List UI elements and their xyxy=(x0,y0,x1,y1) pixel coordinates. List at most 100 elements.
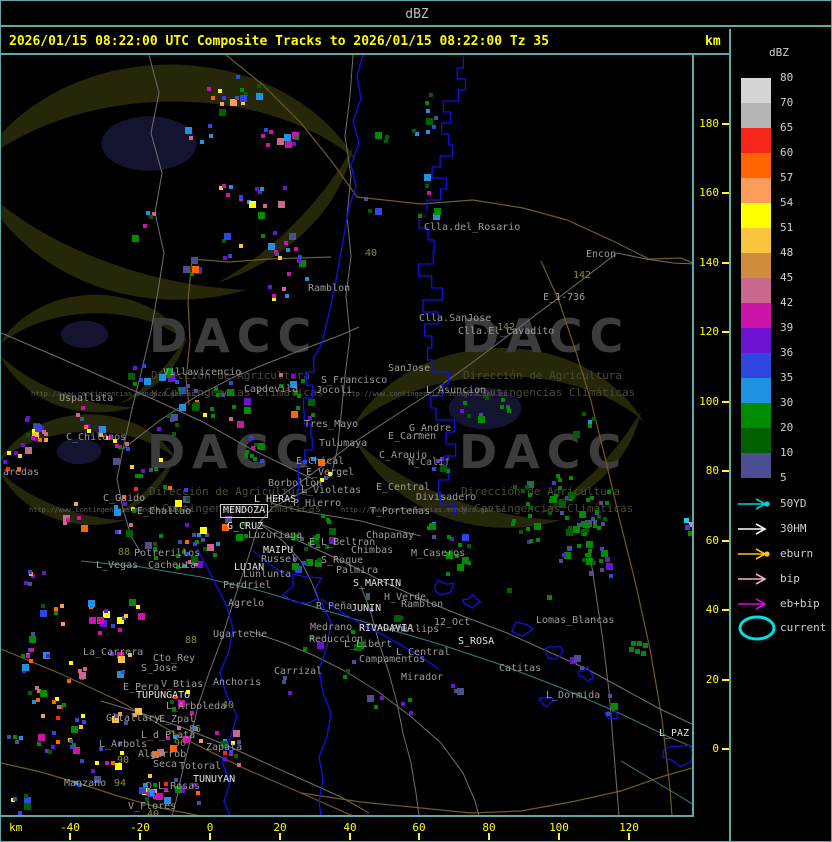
axis-tick-mark xyxy=(139,833,141,840)
radar-echo-cell xyxy=(42,571,46,575)
route-number-label: 88 xyxy=(118,548,130,558)
radar-echo-cell xyxy=(261,234,265,238)
legend-item-label: bip xyxy=(780,573,800,585)
radar-echo-cell xyxy=(216,542,220,546)
radar-echo-cell xyxy=(554,494,558,498)
radar-echo-cell xyxy=(229,417,233,421)
radar-echo-cell xyxy=(80,759,84,763)
dbz-scale-value: 42 xyxy=(780,297,793,309)
map-place-label: Ramblon xyxy=(308,284,350,294)
radar-echo-cell xyxy=(207,544,214,551)
radar-echo-cell xyxy=(232,405,236,409)
radar-echo-cell xyxy=(218,89,222,93)
radar-echo-cell xyxy=(31,436,35,440)
radar-echo-cell xyxy=(478,416,485,423)
radar-echo-cell xyxy=(528,493,532,497)
radar-echo-cell xyxy=(629,647,634,652)
radar-echo-cell xyxy=(291,374,295,378)
map-place-label: Villavicencio xyxy=(163,368,241,378)
radar-echo-cell xyxy=(501,398,505,402)
route-number-label: 40 xyxy=(147,810,159,817)
radar-echo-cell xyxy=(426,118,433,125)
radar-echo-cell xyxy=(631,641,636,646)
boundary-line xyxy=(541,261,672,816)
radar-echo-cell xyxy=(375,208,382,215)
dbz-color-swatch xyxy=(741,78,771,103)
map-place-label: Clla.del_Rosario xyxy=(424,223,520,233)
radar-echo-cell xyxy=(227,389,234,396)
route-number-label: 96 xyxy=(174,739,186,749)
radar-echo-cell xyxy=(237,421,244,428)
radar-echo-cell xyxy=(446,572,450,576)
radar-echo-cell xyxy=(582,412,586,416)
axis-tick-label: 40 xyxy=(693,604,719,616)
axis-tick-label: 20 xyxy=(260,822,300,834)
radar-echo-cell xyxy=(426,130,430,134)
radar-echo-cell xyxy=(222,184,226,188)
radar-echo-cell xyxy=(329,528,336,535)
dbz-scale-value: 5 xyxy=(780,472,787,484)
radar-echo-cell xyxy=(89,617,96,624)
radar-echo-cell xyxy=(401,702,405,706)
map-place-label: SanJose xyxy=(388,364,430,374)
map-place-label: T_Porteñas xyxy=(370,507,430,517)
radar-echo-cell xyxy=(25,447,32,454)
radar-echo-cell xyxy=(66,518,70,522)
radar-echo-cell xyxy=(285,141,292,148)
radar-echo-cell xyxy=(83,667,87,671)
radar-echo-cell xyxy=(607,490,611,494)
radar-echo-cell xyxy=(237,763,241,767)
radar-echo-cell xyxy=(186,384,190,388)
radar-echo-cell xyxy=(172,432,176,436)
map-place-label: Ramblon xyxy=(401,600,443,610)
radar-echo-cell xyxy=(235,96,239,100)
radar-echo-cell xyxy=(220,102,224,106)
radar-map-canvas[interactable]: DACCDirección de Agriculturay Contingenc… xyxy=(1,55,694,817)
radar-echo-cell xyxy=(277,138,284,145)
map-place-label: L_Arboleda xyxy=(166,702,226,712)
radar-echo-cell xyxy=(581,529,585,533)
radar-echo-cell xyxy=(429,523,436,530)
dbz-color-swatch xyxy=(741,203,771,228)
axis-tick-label: 160 xyxy=(693,187,719,199)
radar-echo-cell xyxy=(42,430,46,434)
radar-echo-cell xyxy=(51,745,55,749)
lake-outline xyxy=(512,622,533,636)
legend-item-label: eb+bip xyxy=(780,598,820,610)
radar-echo-cell xyxy=(261,134,265,138)
radar-echo-cell xyxy=(283,186,287,190)
map-place-label: E_Vergel xyxy=(306,468,354,478)
axis-tick-mark xyxy=(722,123,729,125)
axis-tick-label: 0 xyxy=(693,743,719,755)
radar-echo-cell xyxy=(73,747,80,754)
radar-echo-cell xyxy=(287,272,291,276)
radar-echo-cell xyxy=(60,604,64,608)
radar-echo-cell xyxy=(183,266,190,273)
radar-echo-cell xyxy=(35,686,39,690)
radar-echo-cell xyxy=(22,664,29,671)
radar-echo-cell xyxy=(308,399,315,406)
radar-echo-cell xyxy=(128,373,135,380)
radar-echo-cell xyxy=(185,540,189,544)
radar-echo-cell xyxy=(593,524,597,528)
radar-echo-cell xyxy=(266,143,270,147)
map-place-label: L_Vegas xyxy=(96,561,138,571)
radar-echo-cell xyxy=(24,803,31,810)
timestamp-header: 2026/01/15 08:22:00 UTC Composite Tracks… xyxy=(1,29,729,55)
radar-echo-cell xyxy=(589,571,594,576)
radar-echo-cell xyxy=(199,739,203,743)
radar-echo-cell xyxy=(249,201,256,208)
radar-echo-cell xyxy=(46,654,50,658)
radar-echo-cell xyxy=(462,534,469,541)
radar-echo-cell xyxy=(286,248,290,252)
radar-echo-cell xyxy=(460,409,464,413)
radar-echo-cell xyxy=(81,525,88,532)
radar-echo-cell xyxy=(590,496,594,500)
radar-echo-cell xyxy=(185,127,192,134)
panel-divider xyxy=(729,29,731,842)
axis-tick-label: 80 xyxy=(469,822,509,834)
radar-echo-cell xyxy=(81,714,85,718)
radar-echo-cell xyxy=(260,187,264,191)
axis-tick-mark xyxy=(722,679,729,681)
dbz-color-swatch xyxy=(741,353,771,378)
